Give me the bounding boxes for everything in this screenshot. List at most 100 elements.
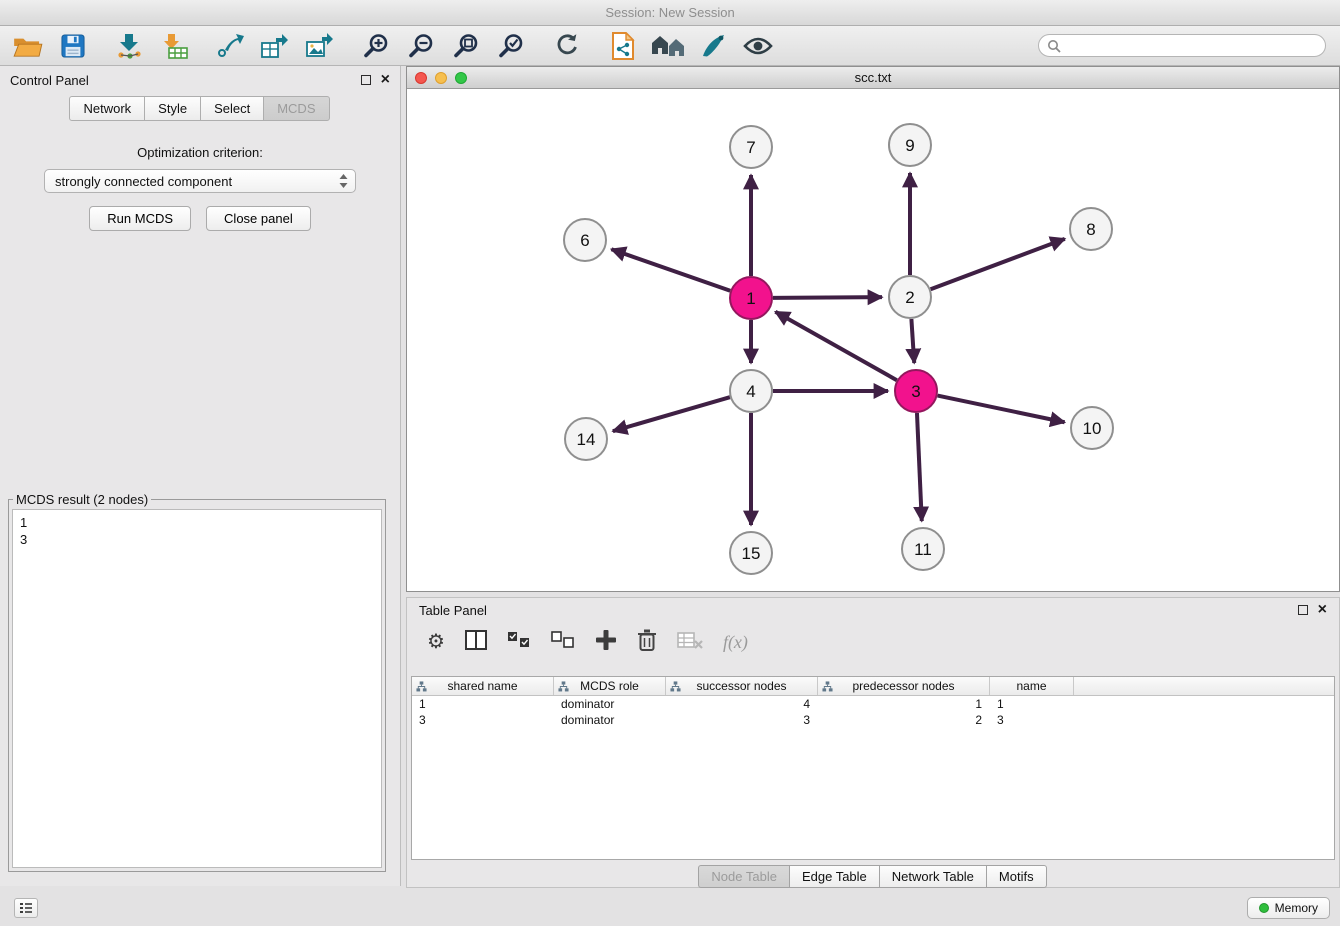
- graph-node-label: 6: [580, 231, 589, 250]
- function-builder-button[interactable]: f(x): [723, 632, 748, 653]
- graph-node-8[interactable]: 8: [1070, 208, 1112, 250]
- graph-node-label: 11: [914, 540, 932, 559]
- close-panel-button[interactable]: Close panel: [206, 206, 311, 231]
- table-panel-title: Table Panel: [419, 603, 1288, 618]
- mcds-result-list[interactable]: 1 3: [12, 509, 382, 868]
- zoom-out-button[interactable]: [403, 30, 439, 62]
- maximize-window-icon[interactable]: [455, 72, 467, 84]
- edge-2-8[interactable]: [931, 239, 1065, 289]
- minimize-window-icon[interactable]: [435, 72, 447, 84]
- export-table-button[interactable]: [257, 30, 293, 62]
- graph-node-label: 2: [905, 288, 914, 307]
- edge-3-1[interactable]: [775, 312, 896, 380]
- search-input[interactable]: [1061, 38, 1317, 53]
- graph-node-15[interactable]: 15: [730, 532, 772, 574]
- task-history-button[interactable]: [14, 898, 38, 918]
- close-window-icon[interactable]: [415, 72, 427, 84]
- graph-node-1[interactable]: 1: [730, 277, 772, 319]
- edge-4-14[interactable]: [613, 397, 730, 431]
- table-panel-header: Table Panel ×: [407, 598, 1339, 622]
- show-graphics-button[interactable]: [740, 30, 776, 62]
- graph-node-4[interactable]: 4: [730, 370, 772, 412]
- plus-icon: [595, 629, 617, 651]
- graph-node-label: 7: [746, 138, 755, 157]
- column-header-successor-nodes[interactable]: successor nodes: [666, 677, 818, 695]
- memory-button[interactable]: Memory: [1247, 897, 1330, 919]
- tab-mcds[interactable]: MCDS: [263, 96, 329, 121]
- open-folder-icon: [13, 34, 43, 58]
- column-type-icon: [558, 681, 569, 692]
- first-neighbors-button[interactable]: [650, 30, 686, 62]
- close-panel-icon[interactable]: ×: [381, 75, 390, 85]
- window-title: Session: New Session: [605, 5, 734, 20]
- export-network-button[interactable]: [212, 30, 248, 62]
- network-canvas[interactable]: 7 9 6 8 1 2 4 3 14 10 15 11: [407, 89, 1339, 591]
- edge-3-10[interactable]: [938, 396, 1065, 423]
- select-chevrons-icon: [338, 173, 349, 189]
- column-header-predecessor-nodes[interactable]: predecessor nodes: [818, 677, 990, 695]
- zoom-selected-button[interactable]: [493, 30, 529, 62]
- graph-node-11[interactable]: 11: [902, 528, 944, 570]
- table-row[interactable]: 3 dominator 3 2 3: [412, 712, 1334, 728]
- cell-predecessor-nodes: 2: [818, 712, 990, 728]
- show-columns-button[interactable]: [465, 630, 487, 655]
- network-window-titlebar[interactable]: scc.txt: [407, 67, 1339, 89]
- column-header-mcds-role[interactable]: MCDS role: [554, 677, 666, 695]
- style-button[interactable]: [695, 30, 731, 62]
- cell-successor-nodes: 4: [666, 696, 818, 712]
- float-panel-icon[interactable]: [361, 75, 371, 85]
- import-table-icon: [160, 33, 188, 59]
- zoom-in-button[interactable]: [358, 30, 394, 62]
- open-session-button[interactable]: [10, 30, 46, 62]
- cell-name: 3: [990, 712, 1074, 728]
- search-icon: [1047, 39, 1061, 53]
- close-table-panel-icon[interactable]: ×: [1318, 605, 1327, 615]
- control-panel-header: Control Panel ×: [0, 66, 400, 94]
- graph-node-14[interactable]: 14: [565, 418, 607, 460]
- delete-table-button[interactable]: [677, 630, 703, 655]
- graph-node-label: 3: [911, 382, 920, 401]
- table-settings-button[interactable]: ⚙: [427, 632, 445, 653]
- float-table-panel-icon[interactable]: [1298, 605, 1308, 615]
- run-mcds-button[interactable]: Run MCDS: [89, 206, 191, 231]
- delete-column-button[interactable]: [637, 628, 657, 657]
- graph-node-7[interactable]: 7: [730, 126, 772, 168]
- cell-mcds-role: dominator: [554, 712, 666, 728]
- tab-edge-table[interactable]: Edge Table: [789, 865, 880, 888]
- column-header-name[interactable]: name: [990, 677, 1074, 695]
- import-network-button[interactable]: [111, 30, 147, 62]
- column-header-shared-name[interactable]: shared name: [412, 677, 554, 695]
- save-session-button[interactable]: [55, 30, 91, 62]
- mcds-result-line: 3: [20, 531, 374, 548]
- graph-node-label: 10: [1083, 419, 1102, 438]
- graph-node-10[interactable]: 10: [1071, 407, 1113, 449]
- apply-layout-button[interactable]: [549, 30, 585, 62]
- import-table-button[interactable]: [156, 30, 192, 62]
- edge-2-3[interactable]: [911, 319, 914, 363]
- edge-1-6[interactable]: [611, 249, 730, 291]
- zoom-fit-button[interactable]: [448, 30, 484, 62]
- graph-node-6[interactable]: 6: [564, 219, 606, 261]
- unselect-all-button[interactable]: [551, 631, 575, 654]
- edge-1-2[interactable]: [773, 297, 882, 298]
- column-header-filler: [1074, 677, 1334, 695]
- select-all-button[interactable]: [507, 631, 531, 654]
- export-image-icon: [306, 33, 334, 59]
- network-file-button[interactable]: [605, 30, 641, 62]
- graph-node-2[interactable]: 2: [889, 276, 931, 318]
- tab-node-table[interactable]: Node Table: [698, 865, 790, 888]
- tab-network[interactable]: Network: [69, 96, 145, 121]
- graph-node-3[interactable]: 3: [895, 370, 937, 412]
- table-row[interactable]: 1 dominator 4 1 1: [412, 696, 1334, 712]
- tab-network-table[interactable]: Network Table: [879, 865, 987, 888]
- tab-motifs[interactable]: Motifs: [986, 865, 1047, 888]
- criterion-select[interactable]: strongly connected component: [44, 169, 356, 193]
- export-image-button[interactable]: [302, 30, 338, 62]
- tab-select[interactable]: Select: [200, 96, 264, 121]
- tab-style[interactable]: Style: [144, 96, 201, 121]
- graph-node-9[interactable]: 9: [889, 124, 931, 166]
- cell-shared-name: 3: [412, 712, 554, 728]
- edge-3-11[interactable]: [917, 413, 922, 521]
- add-column-button[interactable]: [595, 629, 617, 656]
- graph-node-label: 14: [577, 430, 596, 449]
